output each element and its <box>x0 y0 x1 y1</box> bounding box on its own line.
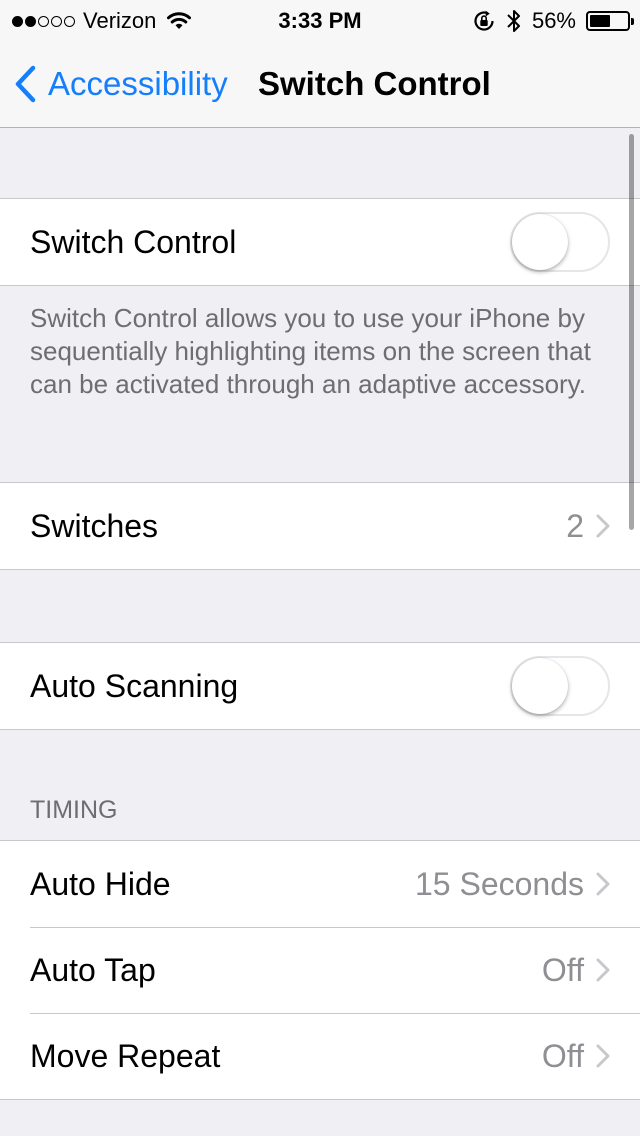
timing-row-move-repeat[interactable]: Move Repeat Off <box>0 1013 640 1099</box>
timing-row-auto-tap[interactable]: Auto Tap Off <box>0 927 640 1013</box>
chevron-right-icon <box>596 872 610 896</box>
battery-percentage: 56% <box>531 8 576 33</box>
auto-scanning-group: Auto Scanning <box>0 642 640 730</box>
switches-row[interactable]: Switches 2 <box>0 483 640 569</box>
page-title: Switch Control <box>258 65 491 102</box>
timing-section-header: TIMING <box>30 796 118 824</box>
switch-control-row: Switch Control <box>0 199 640 285</box>
battery-tip <box>631 18 634 25</box>
auto-scanning-row: Auto Scanning <box>0 643 640 729</box>
timing-row-label: Auto Tap <box>30 951 156 988</box>
bluetooth-icon <box>507 10 520 32</box>
status-right: 56% <box>472 8 634 34</box>
chevron-right-icon <box>596 1044 610 1068</box>
settings-list[interactable]: Switch Control Switch Control allows you… <box>0 128 640 1136</box>
navigation-bar: Accessibility Switch Control <box>0 40 640 128</box>
battery-fill <box>590 15 611 27</box>
switches-label: Switches <box>30 507 159 544</box>
toggle-knob <box>512 214 568 270</box>
auto-scanning-toggle[interactable] <box>510 656 610 716</box>
switches-group: Switches 2 <box>0 482 640 570</box>
status-bar: Verizon 3:33 PM 56% <box>0 0 640 40</box>
chevron-right-icon <box>596 514 610 538</box>
timing-row-auto-hide[interactable]: Auto Hide 15 Seconds <box>0 841 640 927</box>
switches-count: 2 <box>566 507 584 544</box>
switch-control-group: Switch Control <box>0 198 640 286</box>
timing-row-label: Move Repeat <box>30 1037 221 1074</box>
chevron-left-icon <box>15 65 36 103</box>
rotation-lock-icon <box>474 10 494 31</box>
timing-group: Auto Hide 15 Seconds Auto Tap Off Move R… <box>0 840 640 1100</box>
scroll-indicator[interactable] <box>629 134 634 530</box>
back-button[interactable]: Accessibility <box>14 62 228 106</box>
battery-icon <box>586 11 634 31</box>
toggle-knob <box>512 658 568 714</box>
auto-scanning-label: Auto Scanning <box>30 667 239 704</box>
chevron-right-icon <box>596 958 610 982</box>
timing-row-value: 15 Seconds <box>414 865 584 902</box>
timing-row-label: Auto Hide <box>30 865 171 902</box>
switch-control-label: Switch Control <box>30 223 237 260</box>
back-button-label: Accessibility <box>48 65 228 102</box>
timing-row-value: Off <box>541 1037 584 1074</box>
switch-control-toggle[interactable] <box>510 212 610 272</box>
timing-row-value: Off <box>541 951 584 988</box>
switch-control-description: Switch Control allows you to use your iP… <box>30 303 591 399</box>
